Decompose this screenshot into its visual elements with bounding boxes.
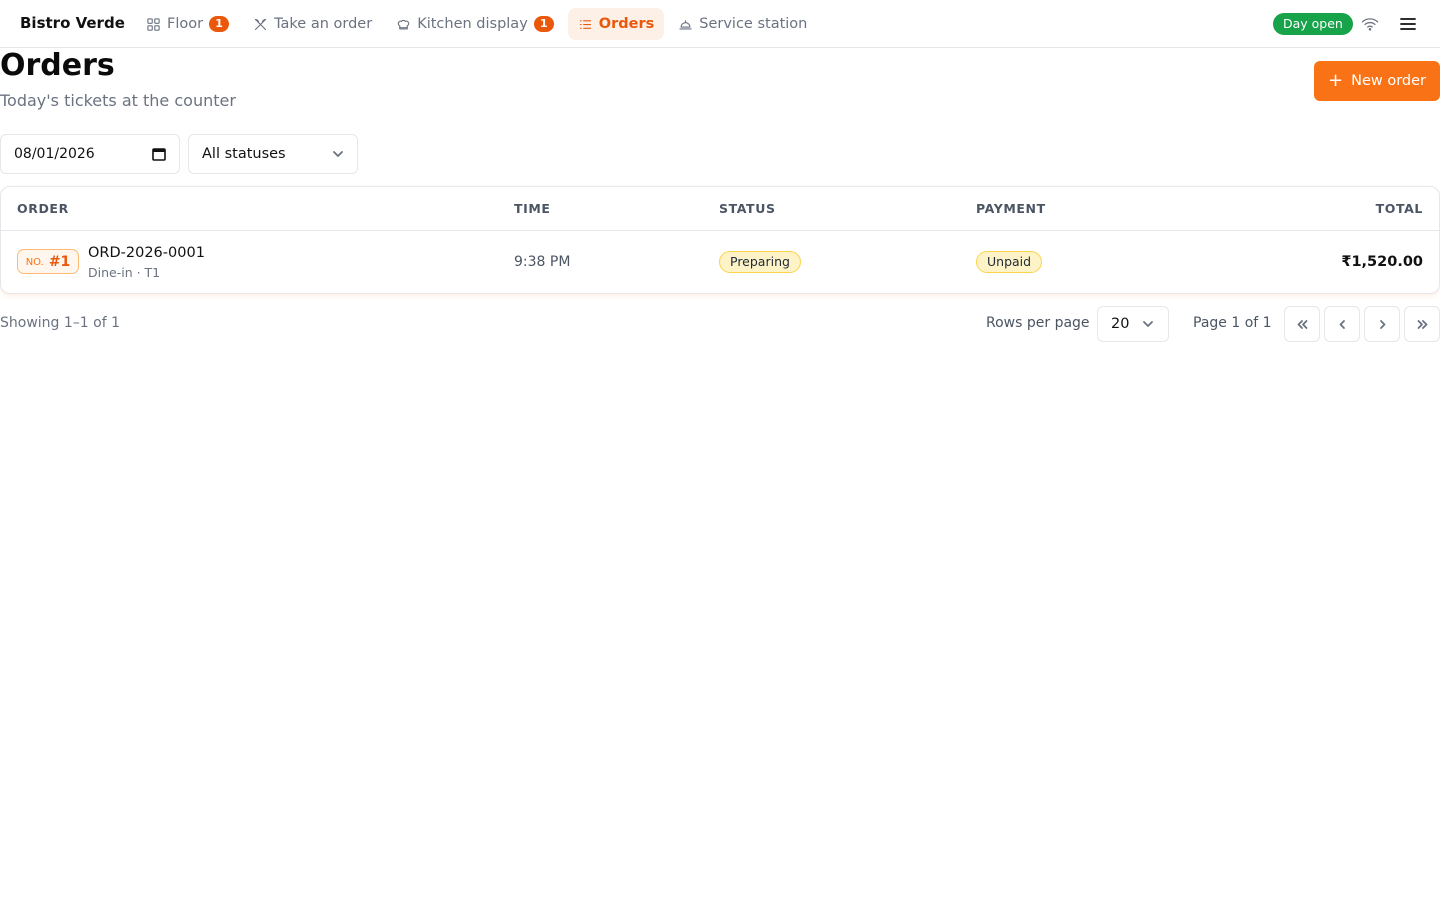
order-number-badge: NO. #1 [17, 249, 79, 274]
status-badge: Preparing [719, 251, 801, 273]
previous-page-button[interactable] [1324, 306, 1360, 342]
table-header: ORDER TIME STATUS PAYMENT TOTAL [1, 187, 1439, 231]
chevron-down-icon [333, 151, 343, 157]
new-order-button[interactable]: + New order [1314, 61, 1440, 101]
chevrons-left-icon [1297, 319, 1307, 329]
day-status-badge: Day open [1273, 13, 1353, 35]
status-filter-select[interactable]: All statuses [188, 134, 358, 174]
showing-count: Showing 1–1 of 1 [0, 315, 120, 331]
page-subtitle: Today's tickets at the counter [0, 91, 236, 110]
wifi-icon [1361, 18, 1379, 31]
nav-item-orders[interactable]: Orders [567, 8, 665, 40]
page-indicator: Page 1 of 1 [1193, 315, 1272, 331]
main-nav: Floor 1 Take an order Kitchen display 1 … [136, 8, 821, 40]
table-row[interactable]: NO. #1 ORD-2026-0001 Dine-in · T1 9:38 P… [1, 231, 1439, 293]
nav-item-label: Kitchen display [417, 16, 528, 32]
column-header-payment: PAYMENT [976, 201, 1046, 216]
nav-count-badge: 1 [533, 16, 554, 32]
first-page-button[interactable] [1284, 306, 1320, 342]
nav-item-label: Service station [699, 16, 808, 32]
nav-item-take-order[interactable]: Take an order [243, 8, 382, 40]
order-number-prefix: NO. [25, 257, 44, 268]
order-time: 9:38 PM [514, 254, 571, 270]
order-meta: Dine-in · T1 [88, 265, 161, 280]
chevrons-right-icon [1417, 319, 1427, 329]
nav-item-service-station[interactable]: Service station [668, 8, 817, 40]
nav-count-badge: 1 [209, 16, 230, 32]
hamburger-menu-icon[interactable] [1399, 14, 1417, 34]
chef-hat-icon [397, 19, 410, 29]
nav-item-label: Floor [167, 16, 204, 32]
nav-item-kitchen-display[interactable]: Kitchen display 1 [386, 8, 564, 40]
rows-per-page-label: Rows per page [986, 315, 1090, 331]
page-title: Orders [0, 48, 115, 83]
grid-icon [147, 17, 160, 31]
plus-icon: + [1328, 70, 1344, 91]
top-navbar: Bistro Verde Floor 1 Take an order Kitch… [0, 0, 1440, 48]
orders-table: ORDER TIME STATUS PAYMENT TOTAL NO. #1 O… [0, 186, 1440, 294]
utensils-icon [255, 18, 267, 30]
nav-item-label: Take an order [274, 16, 373, 32]
order-number: #1 [48, 253, 71, 270]
status-filter-value: All statuses [202, 146, 286, 162]
column-header-status: STATUS [719, 201, 776, 216]
rows-per-page-value: 20 [1111, 316, 1130, 332]
rows-per-page-select[interactable]: 20 [1097, 306, 1169, 342]
list-icon [579, 19, 591, 29]
nav-item-label: Orders [598, 16, 655, 32]
date-value: 08/01/2026 [14, 146, 95, 162]
chevron-left-icon [1339, 319, 1345, 329]
nav-item-floor[interactable]: Floor 1 [136, 8, 239, 40]
column-header-total: TOTAL [1375, 201, 1423, 216]
last-page-button[interactable] [1404, 306, 1440, 342]
order-id: ORD-2026-0001 [88, 245, 205, 261]
column-header-order: ORDER [17, 201, 69, 216]
new-order-label: New order [1351, 73, 1426, 89]
chevron-down-icon [1143, 321, 1153, 327]
brand-name[interactable]: Bistro Verde [20, 14, 125, 32]
next-page-button[interactable] [1364, 306, 1400, 342]
column-header-time: TIME [514, 201, 551, 216]
calendar-icon[interactable] [152, 147, 166, 161]
cloche-icon [679, 19, 692, 29]
date-filter-input[interactable]: 08/01/2026 [0, 134, 180, 174]
chevron-right-icon [1379, 319, 1385, 329]
payment-badge: Unpaid [976, 251, 1043, 273]
order-total: ₹1,520.00 [1341, 254, 1423, 270]
